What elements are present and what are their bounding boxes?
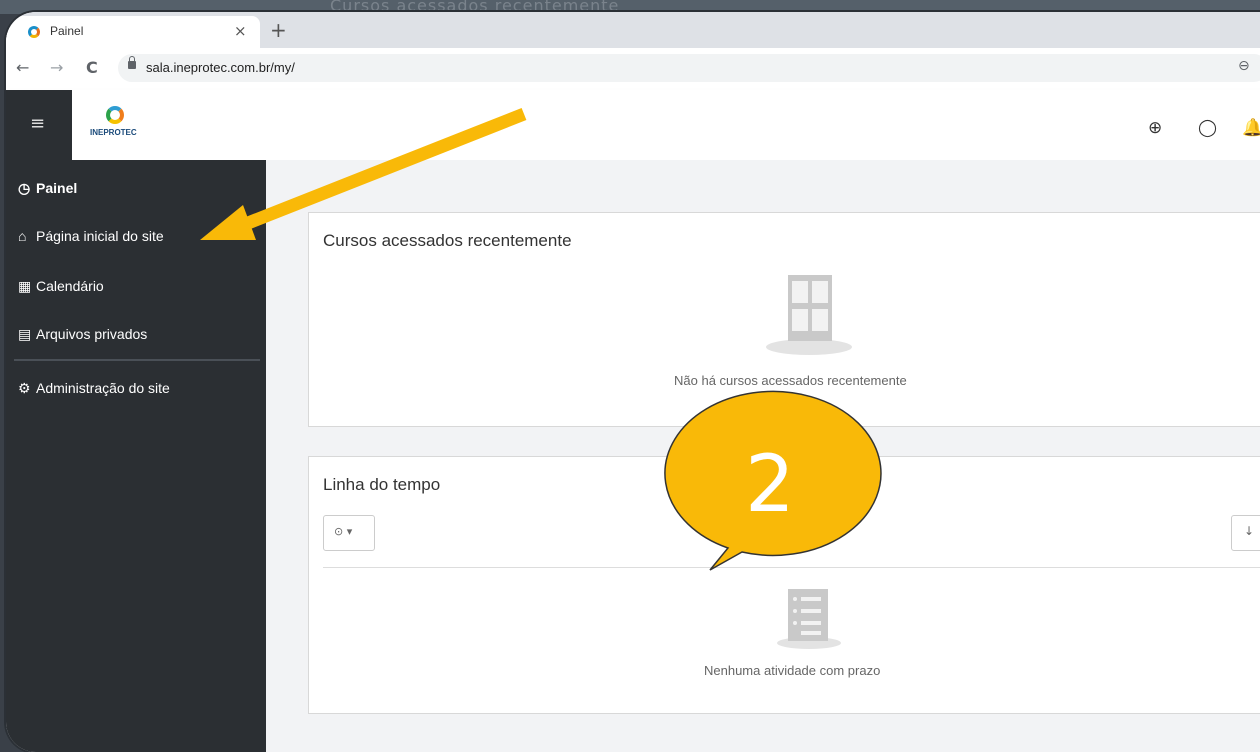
sidebar-item-home[interactable]: ⌂ Página inicial do site (18, 228, 164, 244)
bell-icon[interactable]: 🔔 (1242, 118, 1260, 138)
logo-text: INEPROTEC (90, 128, 137, 137)
menu-block: ≡ (6, 90, 72, 160)
gear-icon: ⚙ (18, 380, 31, 396)
dashboard-icon: ◷ (18, 180, 31, 196)
zoom-icon[interactable]: ⊖ (1238, 58, 1250, 74)
sidebar-item-label: Painel (36, 180, 78, 196)
files-icon: ▤ (18, 326, 32, 342)
menu-icon[interactable]: ≡ (30, 113, 45, 134)
reload-button[interactable]: C (86, 58, 98, 77)
app-header: ≡ INEPROTEC ⊕ ◯ 🔔 (6, 90, 1260, 160)
sidebar: ◷ Painel ⌂ Página inicial do site ▦ Calendá… (6, 160, 266, 752)
recent-courses-empty-text: Não há cursos acessados recentemente (674, 373, 907, 388)
chat-icon[interactable]: ◯ (1198, 118, 1217, 138)
sort-icon: ↓ (1244, 524, 1255, 538)
sidebar-item-label: Administração do site (36, 380, 170, 396)
timeline-empty-icon (777, 589, 841, 649)
sidebar-item-private-files[interactable]: ▤ Arquivos privados (18, 326, 147, 343)
tab-bar: Painel × + (6, 12, 1260, 48)
sidebar-item-label: Arquivos privados (36, 326, 148, 342)
logo-ring-icon (106, 106, 124, 124)
clock-icon: ⊙ ▾ (334, 525, 353, 538)
sidebar-item-painel[interactable]: ◷ Painel (18, 180, 77, 197)
url-field[interactable]: sala.ineprotec.com.br/my/ (118, 54, 1260, 82)
courses-empty-icon (766, 275, 852, 355)
step-number: 2 (745, 440, 795, 530)
sidebar-item-calendar[interactable]: ▦ Calendário (18, 278, 104, 295)
language-icon[interactable]: ⊕ (1148, 118, 1162, 138)
sidebar-item-label: Página inicial do site (36, 228, 164, 244)
timeline-divider (323, 567, 1260, 568)
timeline-filter-dropdown[interactable]: ⊙ ▾ (323, 515, 375, 551)
timeline-sort-button[interactable]: ↓ (1231, 515, 1260, 551)
home-icon: ⌂ (18, 228, 27, 244)
site-logo[interactable]: INEPROTEC (90, 106, 150, 150)
timeline-empty-text: Nenhuma atividade com prazo (704, 663, 881, 678)
tab-title: Painel (50, 24, 84, 38)
calendar-icon: ▦ (18, 278, 32, 294)
sidebar-item-label: Calendário (36, 278, 104, 294)
timeline-title: Linha do tempo (323, 475, 441, 494)
lock-icon (128, 56, 136, 69)
favicon-icon (28, 26, 40, 38)
recent-courses-card: Cursos acessados recentemente Não há cur… (308, 212, 1260, 427)
sidebar-item-site-admin[interactable]: ⚙ Administração do site (18, 380, 170, 397)
tab-close-icon[interactable]: × (234, 22, 247, 40)
browser-tab[interactable]: Painel × (6, 16, 260, 48)
back-button[interactable]: ← (16, 58, 29, 77)
browser-window: Painel × + ← → C sala.ineprotec.com.br/m… (6, 12, 1260, 752)
sidebar-divider (14, 359, 260, 361)
url-text: sala.ineprotec.com.br/my/ (146, 60, 295, 75)
new-tab-button[interactable]: + (270, 18, 287, 42)
address-bar: ← → C sala.ineprotec.com.br/my/ ⊖ (6, 48, 1260, 91)
recent-courses-title: Cursos acessados recentemente (323, 231, 572, 250)
forward-button[interactable]: → (50, 58, 63, 77)
